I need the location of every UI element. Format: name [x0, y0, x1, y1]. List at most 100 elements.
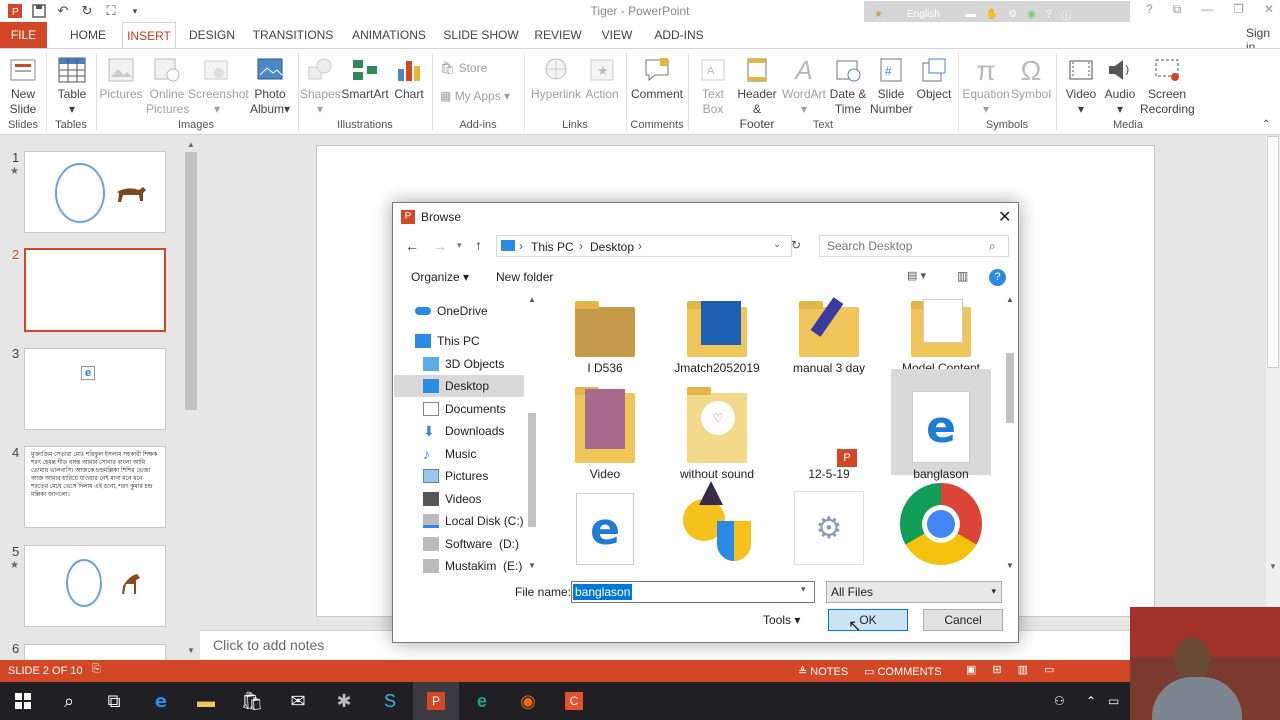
network-icon[interactable]: ▭: [1108, 694, 1119, 708]
tab-slide-show[interactable]: SLIDE SHOW: [442, 22, 520, 48]
file-type-select[interactable]: All Files ▾: [826, 581, 1002, 603]
shapes-button[interactable]: Shapes ▾: [300, 53, 341, 117]
address-dropdown-icon[interactable]: ⌄: [773, 239, 781, 250]
ribbon-display-button[interactable]: ⧉: [1173, 2, 1182, 17]
nav-scrollbar[interactable]: ▲ ▼: [525, 293, 539, 575]
slide-thumbnail-2[interactable]: [24, 248, 166, 332]
view-options-button[interactable]: ▤ ▾: [907, 269, 926, 282]
firefox-icon[interactable]: ◉: [505, 682, 551, 720]
app-taskbar-icon[interactable]: ✱: [321, 682, 367, 720]
file-item[interactable]: [891, 481, 991, 565]
new-folder-button[interactable]: New folder: [496, 270, 553, 284]
file-item[interactable]: Video: [555, 379, 655, 481]
globe-icon[interactable]: ◉: [1027, 9, 1036, 20]
forward-button[interactable]: →: [433, 238, 447, 254]
file-item[interactable]: ⚙: [779, 481, 879, 565]
normal-view-icon[interactable]: ▣: [966, 663, 976, 676]
restore-button[interactable]: ❐: [1233, 2, 1244, 17]
undo-icon[interactable]: ↶: [54, 2, 72, 20]
file-item-selected[interactable]: e banglason: [891, 369, 991, 481]
comments-toggle[interactable]: ▭ COMMENTS: [864, 665, 942, 678]
help-button[interactable]: ?: [1146, 2, 1153, 17]
skype-icon[interactable]: S: [367, 682, 413, 720]
recent-locations-icon[interactable]: ▾: [457, 240, 462, 251]
my-apps-button[interactable]: ▦ My Apps ▾: [440, 89, 510, 104]
photo-album-button[interactable]: Photo Album▾: [246, 53, 294, 117]
customize-icon[interactable]: ▾: [126, 2, 144, 20]
close-button[interactable]: ✕: [1264, 2, 1274, 17]
notes-toggle[interactable]: ≜ NOTES: [798, 665, 848, 678]
slide-number-button[interactable]: # Slide Number: [870, 53, 913, 117]
file-item[interactable]: Jmatch2052019: [667, 293, 767, 375]
file-item[interactable]: Model Content: [891, 293, 991, 375]
info-icon[interactable]: ⓘ: [1062, 7, 1072, 22]
dialog-close-button[interactable]: ✕: [998, 207, 1011, 227]
tools-menu[interactable]: Tools ▾: [763, 613, 800, 627]
tray-expand-icon[interactable]: ⌃: [1086, 694, 1096, 708]
screenshot-button[interactable]: Screenshot ▾: [188, 53, 249, 117]
help-icon[interactable]: ?: [989, 269, 1006, 286]
tab-animations[interactable]: ANIMATIONS: [346, 22, 432, 48]
ok-button[interactable]: OK: [828, 609, 908, 631]
save-icon[interactable]: [30, 2, 48, 20]
slideshow-view-icon[interactable]: ▭: [1044, 663, 1054, 676]
refresh-button[interactable]: ↻: [791, 238, 801, 252]
new-slide-button[interactable]: New Slide: [4, 53, 42, 117]
tab-transitions[interactable]: TRANSITIONS: [250, 22, 336, 48]
editor-scrollbar[interactable]: ▼: [1266, 136, 1280, 660]
task-view-icon[interactable]: ⧉: [91, 682, 137, 720]
help-icon[interactable]: ?: [1046, 9, 1052, 20]
object-button[interactable]: Object: [914, 53, 954, 102]
equation-button[interactable]: π Equation ▾: [962, 53, 1010, 117]
audio-button[interactable]: Audio ▾: [1100, 53, 1140, 117]
organize-button[interactable]: Organize ▾: [411, 270, 469, 284]
thumbnail-scrollbar[interactable]: ▲ ▼: [184, 136, 198, 660]
file-explorer-icon[interactable]: ▬: [183, 682, 229, 720]
slide-thumbnail-4[interactable]: মুক্তাজিম সেতারা মোঃ শরিফুল ইসলাম সহকারী…: [24, 446, 166, 528]
smartart-button[interactable]: SmartArt: [340, 53, 390, 102]
file-item[interactable]: ♡ without sound: [667, 379, 767, 481]
file-item[interactable]: e: [555, 481, 655, 565]
text-box-button[interactable]: A Text Box: [694, 53, 732, 117]
search-icon[interactable]: ⌕: [46, 682, 92, 720]
store-taskbar-icon[interactable]: 🛍: [229, 682, 275, 720]
file-list-scrollbar[interactable]: ▲ ▼: [1003, 293, 1017, 575]
video-button[interactable]: Video ▾: [1062, 53, 1100, 117]
minimize-button[interactable]: —: [1201, 2, 1213, 17]
slide-thumbnail-3[interactable]: e: [24, 348, 166, 430]
file-item[interactable]: manual 3 day: [779, 293, 879, 375]
tab-insert[interactable]: INSERT: [122, 22, 176, 49]
nav-desktop[interactable]: Desktop: [394, 375, 524, 397]
mail-icon[interactable]: ✉: [275, 682, 321, 720]
powerpoint-taskbar-icon[interactable]: P: [413, 682, 459, 720]
search-input[interactable]: Search Desktop: [819, 235, 1009, 257]
breadcrumb-desktop[interactable]: Desktop: [590, 240, 634, 254]
cancel-button[interactable]: Cancel: [923, 609, 1003, 631]
tab-file[interactable]: FILE: [0, 22, 47, 48]
slide-thumbnail-6[interactable]: [24, 644, 166, 660]
online-pictures-button[interactable]: Online Pictures: [146, 53, 189, 117]
file-item[interactable]: [667, 481, 767, 565]
pictures-button[interactable]: Pictures: [98, 53, 144, 102]
address-bar[interactable]: › This PC › Desktop › ⌄: [496, 235, 792, 257]
preview-pane-button[interactable]: ▥: [957, 269, 968, 283]
breadcrumb-this-pc[interactable]: This PC: [531, 240, 574, 254]
tab-home[interactable]: HOME: [62, 22, 114, 48]
back-button[interactable]: ←: [405, 238, 419, 254]
tab-review[interactable]: REVIEW: [530, 22, 586, 48]
collapse-ribbon-icon[interactable]: ⌃: [1262, 119, 1270, 130]
edge-beta-icon[interactable]: e: [459, 682, 505, 720]
minimize-ribbon-icon[interactable]: ▬: [966, 9, 976, 20]
windows-start-icon[interactable]: [0, 682, 46, 720]
action-button[interactable]: ★ Action: [584, 53, 620, 102]
date-time-button[interactable]: Date & Time: [828, 53, 868, 117]
edge-taskbar-icon[interactable]: e: [138, 682, 184, 720]
comment-button[interactable]: Comment: [630, 53, 684, 102]
wordart-button[interactable]: A WordArt ▾: [782, 53, 826, 117]
symbol-button[interactable]: Ω Symbol: [1010, 53, 1052, 102]
store-button[interactable]: 🛍 Store: [440, 61, 487, 76]
tab-add-ins[interactable]: ADD-INS: [648, 22, 710, 48]
tab-design[interactable]: DESIGN: [184, 22, 240, 48]
slide-thumbnail-5[interactable]: [24, 545, 166, 627]
slide-thumbnail-1[interactable]: [24, 151, 166, 233]
